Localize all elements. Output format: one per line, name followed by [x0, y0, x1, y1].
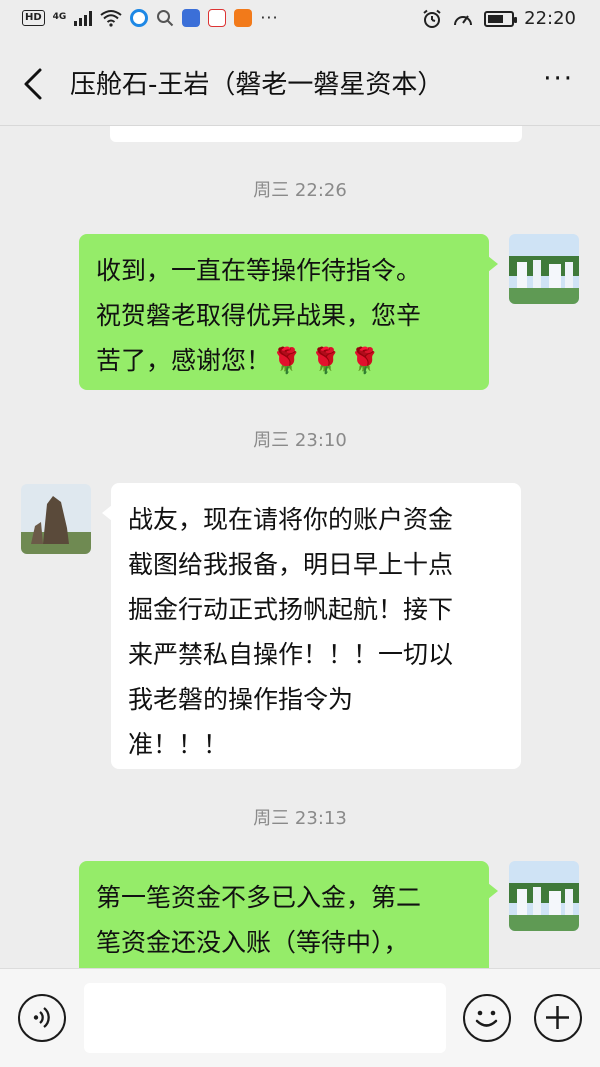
message-line: 战友，现在请将你的账户资金	[128, 505, 454, 534]
battery-icon	[484, 10, 518, 27]
smiley-icon	[475, 1010, 498, 1027]
timestamp: 周三 22:26	[253, 180, 347, 201]
message-line: 收到，一直在等操作待指令。	[96, 256, 422, 285]
contact-avatar[interactable]	[21, 484, 91, 554]
more-functions-button[interactable]	[534, 994, 582, 1042]
message-line: 掘金行动正式扬帆起航！接下	[128, 595, 454, 624]
message-line: 准！！！	[128, 730, 229, 759]
plus-icon	[546, 1006, 569, 1029]
my-message-bubble[interactable]: 收到，一直在等操作待指令。 祝贺磐老取得优异战果，您辛 苦了，感谢您！🌹 🌹 🌹	[79, 234, 498, 390]
timestamp: 周三 23:10	[253, 430, 347, 451]
rock-avatar-image	[21, 484, 91, 554]
alarm-icon	[423, 9, 441, 28]
network-type-label: 4G	[52, 12, 67, 22]
video-app-icon	[234, 8, 253, 27]
timestamp: 周三 23:13	[253, 808, 347, 829]
status-bar: HD 4G ··· 22:20	[0, 0, 600, 40]
my-message-bubble[interactable]: 第一笔资金不多已入金，第二 笔资金还没入账（等待中），	[79, 861, 498, 968]
browser-app-icon	[130, 8, 149, 27]
chat-title: 压舱石-王岩（磐老一磐星资本）	[70, 70, 444, 100]
sina-app-icon	[208, 8, 227, 27]
message-input[interactable]	[84, 983, 446, 1053]
previous-message-bubble	[110, 126, 522, 142]
back-arrow-icon[interactable]	[18, 64, 52, 104]
speedometer-icon	[454, 14, 473, 25]
hd-badge: HD	[22, 9, 45, 26]
my-avatar[interactable]	[509, 861, 579, 931]
waterfall-avatar-image	[509, 861, 579, 931]
more-options-button[interactable]: ···	[543, 64, 574, 94]
contact-message-bubble[interactable]: 战友，现在请将你的账户资金 截图给我报备，明日早上十点 掘金行动正式扬帆起航！接…	[102, 483, 521, 769]
message-line: 截图给我报备，明日早上十点	[128, 550, 454, 579]
message-line: 苦了，感谢您！	[96, 346, 272, 375]
more-dots-icon: ···	[260, 8, 279, 27]
message-list[interactable]: 周三 22:26 收到，一直在等操作待指令。 祝贺磐老取得优异战果，您辛 苦了，…	[0, 126, 600, 968]
voice-icon	[33, 1007, 50, 1028]
message-line: 我老磐的操作指令为	[128, 685, 354, 714]
message-line: 第一笔资金不多已入金，第二	[96, 883, 422, 912]
wifi-icon	[100, 9, 122, 27]
chat-header: 压舱石-王岩（磐老一磐星资本） ···	[0, 40, 600, 126]
emoji-button[interactable]	[463, 994, 511, 1042]
rose-emoji: 🌹 🌹 🌹	[271, 346, 381, 375]
voice-button[interactable]	[18, 994, 66, 1042]
message-line: 祝贺磐老取得优异战果，您辛	[96, 301, 422, 330]
my-avatar[interactable]	[509, 234, 579, 304]
search-icon	[157, 9, 174, 26]
message-line: 来严禁私自操作！！！一切以	[128, 640, 454, 669]
waterfall-avatar-image	[509, 234, 579, 304]
input-bar	[0, 968, 600, 1067]
signal-bars-icon	[74, 10, 93, 26]
status-time: 22:20	[524, 8, 576, 29]
message-line: 笔资金还没入账（等待中），	[96, 928, 409, 957]
tieba-app-icon	[182, 8, 201, 27]
